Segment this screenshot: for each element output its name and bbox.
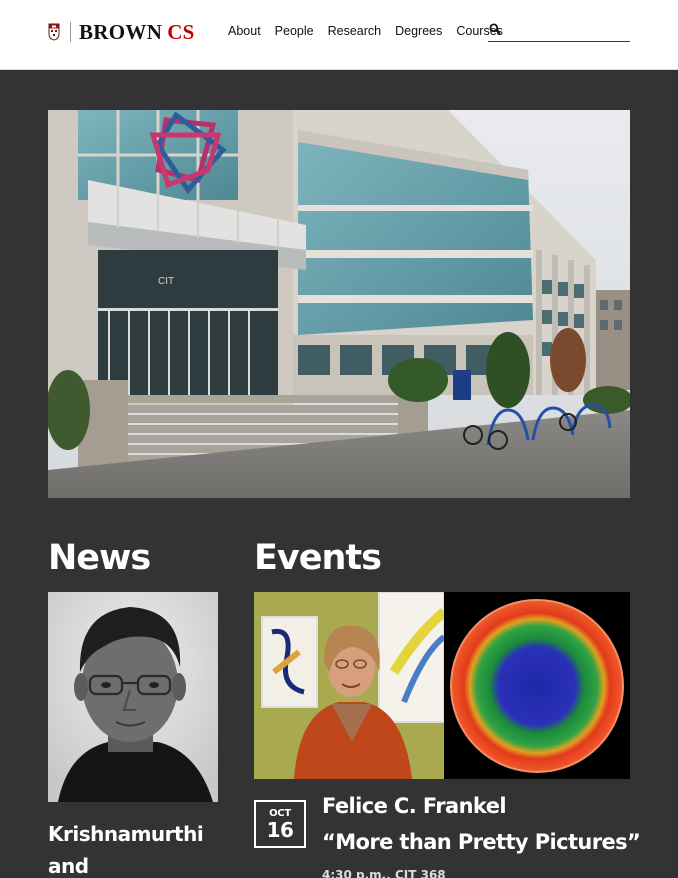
brown-crest-icon <box>48 23 60 41</box>
brand-accent: CS <box>167 19 195 44</box>
search-icon[interactable] <box>489 23 501 35</box>
event-photo[interactable] <box>254 592 630 779</box>
krishnamurthi-portrait <box>48 592 218 802</box>
events-heading: Events <box>254 538 382 578</box>
search-input[interactable] <box>506 22 628 40</box>
event-speaker[interactable]: Felice C. Frankel <box>322 794 507 818</box>
brand-main: BROWN <box>79 19 163 44</box>
search-bar <box>488 22 630 42</box>
brand-wordmark: BROWN CS <box>79 20 195 45</box>
building-sign: CIT <box>158 276 174 287</box>
site-logo[interactable]: BROWN CS <box>48 20 195 44</box>
site-header: BROWN CS About People Research Degrees Co… <box>0 0 678 70</box>
event-talk-title[interactable]: “More than Pretty Pictures” <box>322 830 641 854</box>
main-nav: About People Research Degrees Courses <box>228 24 517 38</box>
nav-about[interactable]: About <box>228 24 261 38</box>
news-heading: News <box>48 538 151 578</box>
nav-degrees[interactable]: Degrees <box>395 24 442 38</box>
news-headline[interactable]: Krishnamurthi and Collaborators <box>48 818 238 878</box>
logo-divider <box>70 22 71 42</box>
frankel-event-image <box>254 592 630 779</box>
cit-building-photo: CIT <box>48 110 630 498</box>
hero-image: CIT <box>48 110 630 498</box>
event-day: 16 <box>266 818 294 842</box>
event-meta: 4:30 p.m., CIT 368 <box>322 868 446 878</box>
event-date-badge: OCT 16 <box>254 800 306 848</box>
nav-research[interactable]: Research <box>328 24 382 38</box>
news-photo[interactable] <box>48 592 218 802</box>
nav-people[interactable]: People <box>275 24 314 38</box>
